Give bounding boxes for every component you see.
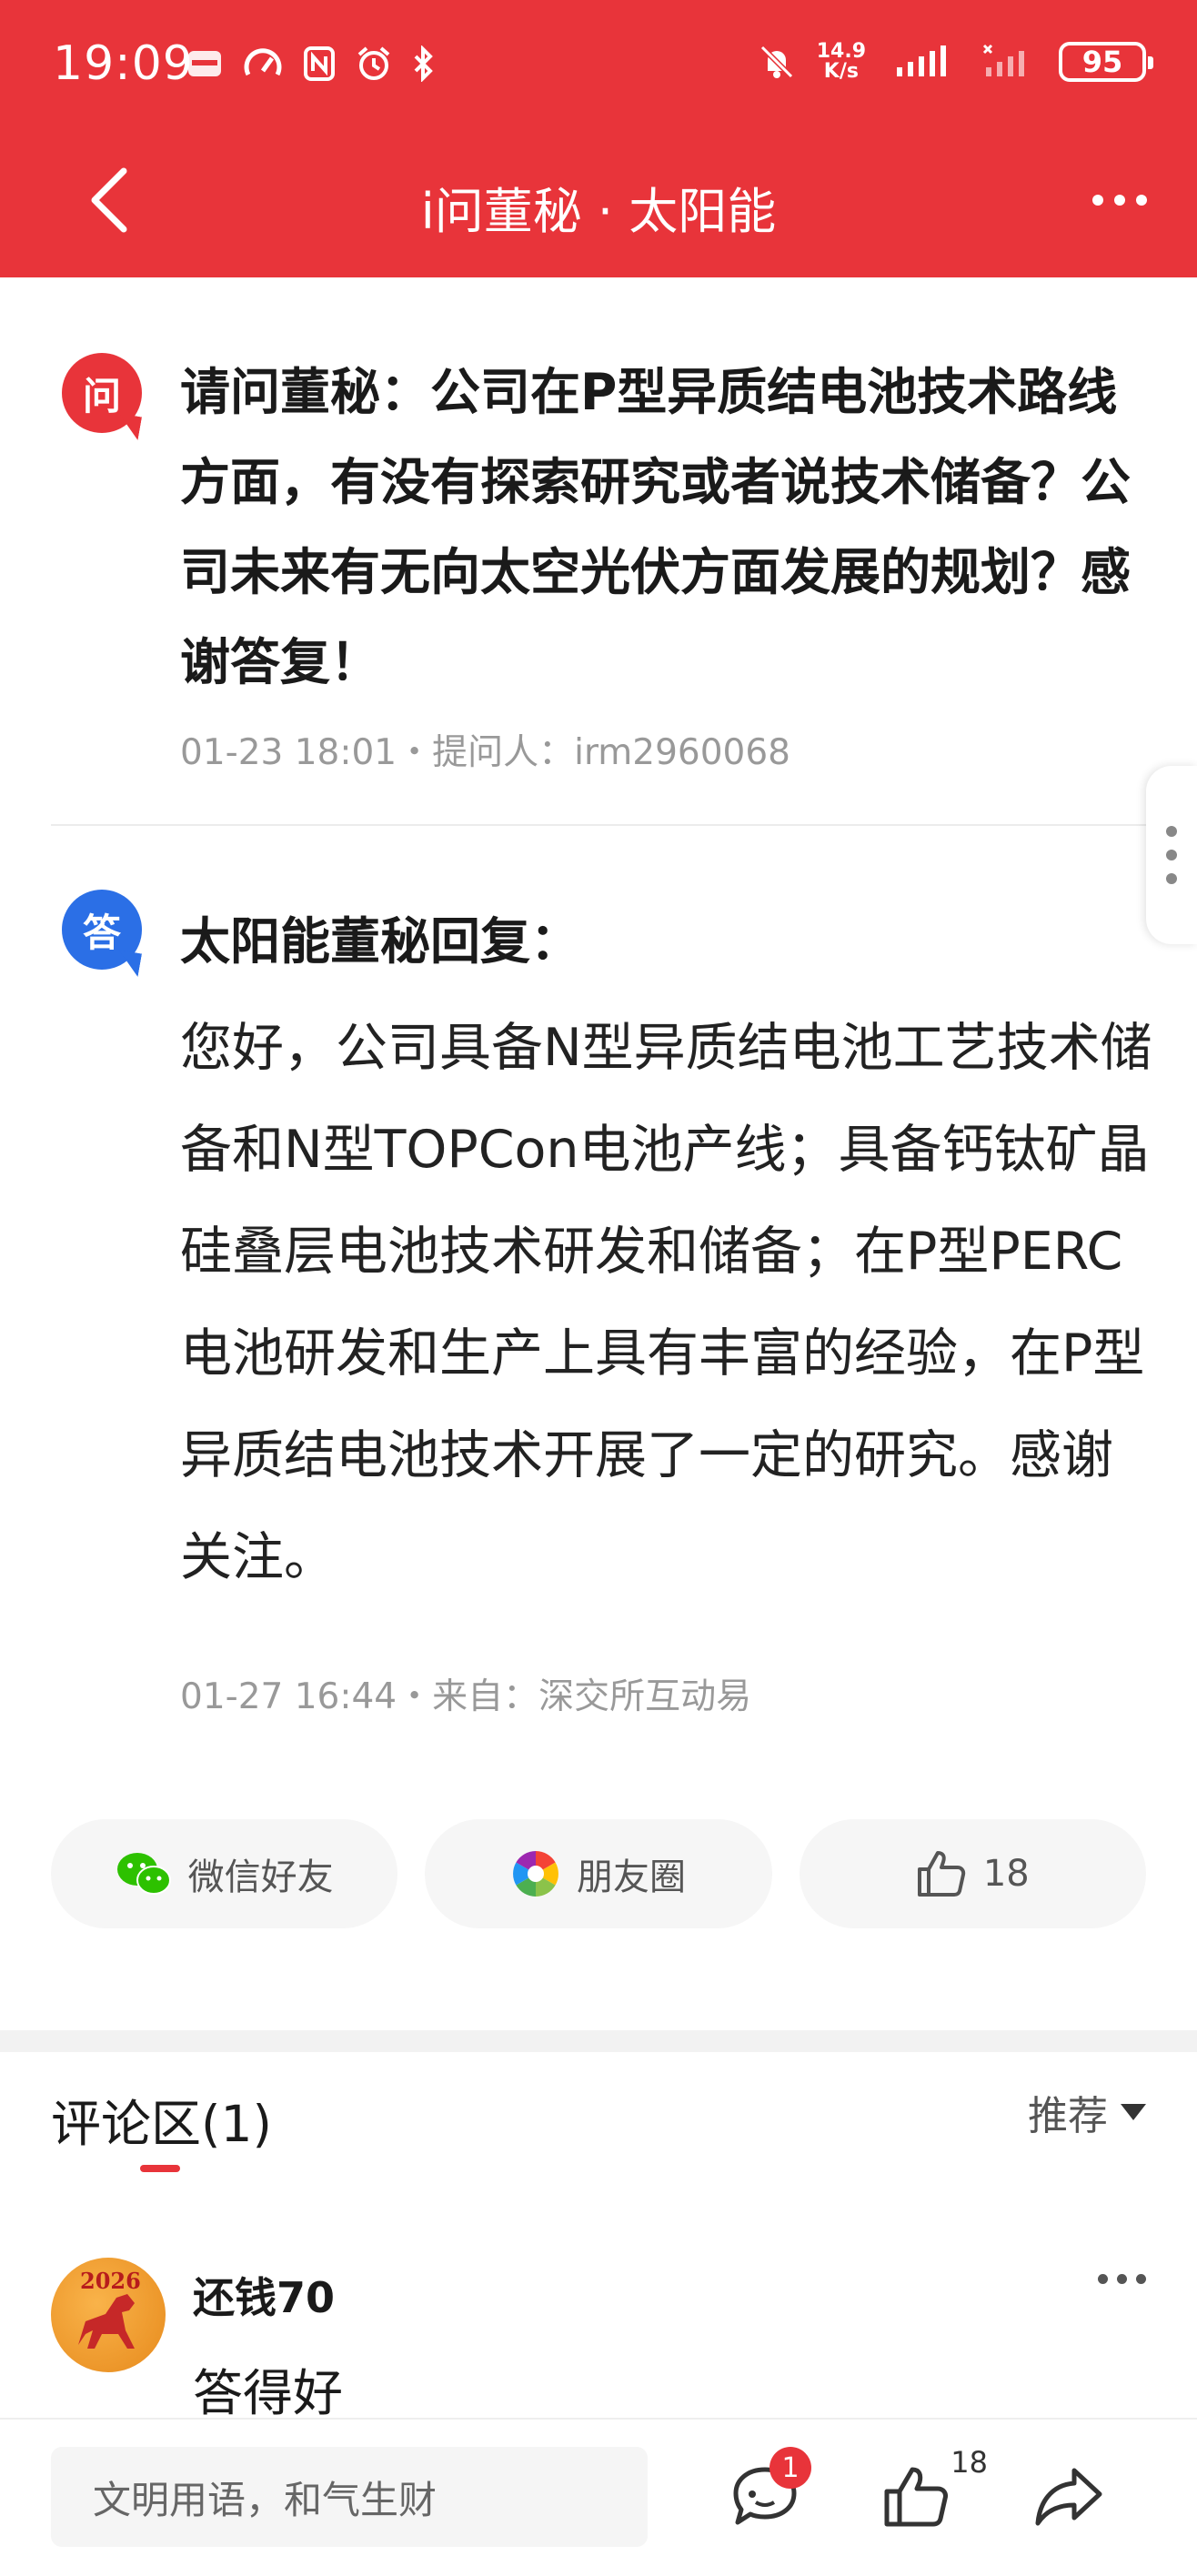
caret-down-icon bbox=[1121, 2104, 1146, 2120]
sort-label: 推荐 bbox=[1028, 2093, 1108, 2139]
dot-icon bbox=[1166, 826, 1177, 837]
network-speed-unit: K/s bbox=[823, 60, 859, 83]
share-row: 微信好友 朋友圈 18 bbox=[51, 1819, 1146, 1928]
moments-icon bbox=[513, 1851, 558, 1897]
answer-badge: 答 bbox=[62, 890, 142, 970]
more-options-button[interactable] bbox=[1079, 173, 1161, 227]
answer-text: 您好，公司具备N型异质结电池工艺技术储备和N型TOPCon电池产线；具备钙钛矿晶… bbox=[180, 1018, 1152, 1587]
divider bbox=[51, 824, 1146, 826]
alarm-icon bbox=[357, 46, 390, 80]
comments-tab-indicator bbox=[140, 2165, 180, 2172]
dot-icon bbox=[1136, 195, 1147, 206]
status-icons-right: 14.9 K/s 95 bbox=[759, 42, 1153, 82]
bottom-bar: 文明用语，和气生财 1 18 bbox=[0, 2418, 1197, 2576]
answer-meta: 01-27 16:44・来自：深交所互动易 bbox=[180, 1676, 752, 1717]
side-drawer-handle[interactable] bbox=[1146, 766, 1197, 944]
header: 19:09 14.9 K/s 95 i问董秘 · 太阳能 bbox=[0, 0, 1197, 277]
nav-bar: i问董秘 · 太阳能 bbox=[0, 136, 1197, 277]
speedometer-icon bbox=[244, 48, 282, 76]
status-icons-left bbox=[186, 45, 436, 82]
dot-icon bbox=[1098, 2274, 1108, 2284]
share-wechat-label: 微信好友 bbox=[187, 1857, 334, 1898]
share-moments-button[interactable]: 朋友圈 bbox=[425, 1819, 772, 1928]
dot-icon bbox=[1092, 195, 1103, 206]
comment-username[interactable]: 还钱70 bbox=[193, 2265, 335, 2325]
comment-more-button[interactable] bbox=[1098, 2274, 1146, 2284]
comments-title: 评论区(1) bbox=[51, 2095, 272, 2153]
status-bar: 19:09 14.9 K/s 95 bbox=[0, 0, 1197, 136]
thumbs-up-icon bbox=[884, 2467, 948, 2527]
mute-bell-icon bbox=[759, 45, 793, 79]
network-speed: 14.9 K/s bbox=[817, 42, 866, 82]
avatar[interactable]: 2026 bbox=[51, 2258, 166, 2372]
thumbs-up-icon bbox=[917, 1851, 966, 1897]
answer-title: 太阳能董秘回复： bbox=[180, 912, 581, 971]
share-arrow-icon bbox=[1035, 2468, 1102, 2526]
horse-avatar-icon: 2026 bbox=[78, 2268, 141, 2349]
svg-text:2026: 2026 bbox=[80, 2268, 141, 2294]
page-title: i问董秘 · 太阳能 bbox=[420, 183, 777, 240]
signal-strength-icon bbox=[897, 45, 946, 76]
dot-icon bbox=[1166, 850, 1177, 860]
share-moments-label: 朋友圈 bbox=[576, 1857, 686, 1898]
status-time: 19:09 bbox=[53, 36, 194, 91]
dot-icon bbox=[1136, 2274, 1146, 2284]
bluetooth-icon bbox=[414, 45, 433, 82]
bottom-like-count: 18 bbox=[951, 2445, 988, 2480]
comment-text: 答得好 bbox=[193, 2364, 344, 2422]
like-button[interactable]: 18 bbox=[799, 1819, 1146, 1928]
nfc-icon bbox=[304, 46, 335, 81]
question-badge: 问 bbox=[62, 353, 142, 433]
section-divider bbox=[0, 2030, 1197, 2052]
comments-button[interactable]: 1 bbox=[724, 2447, 811, 2538]
comments-sort-dropdown[interactable]: 推荐 bbox=[1028, 2083, 1146, 2141]
like-count: 18 bbox=[982, 1853, 1030, 1895]
dot-icon bbox=[1166, 873, 1177, 884]
share-wechat-button[interactable]: 微信好友 bbox=[51, 1819, 398, 1928]
comment-input[interactable]: 文明用语，和气生财 bbox=[51, 2447, 648, 2547]
app-notification-icon bbox=[188, 51, 221, 76]
comment-count-badge: 1 bbox=[770, 2447, 811, 2489]
bottom-like-button[interactable]: 18 bbox=[875, 2445, 988, 2538]
battery-indicator: 95 bbox=[1059, 42, 1153, 82]
share-button[interactable] bbox=[1028, 2456, 1110, 2538]
wechat-icon bbox=[116, 1853, 171, 1895]
battery-level: 95 bbox=[1081, 45, 1123, 79]
signal-weak-icon bbox=[982, 44, 1024, 76]
dot-icon bbox=[1117, 2274, 1127, 2284]
question-text: 请问董秘：公司在P型异质结电池技术路线方面，有没有探索研究或者说技术储备？公司未… bbox=[180, 363, 1132, 691]
network-speed-value: 14.9 bbox=[816, 40, 866, 63]
dot-icon bbox=[1114, 195, 1125, 206]
question-meta: 01-23 18:01・提问人：irm2960068 bbox=[180, 732, 790, 773]
